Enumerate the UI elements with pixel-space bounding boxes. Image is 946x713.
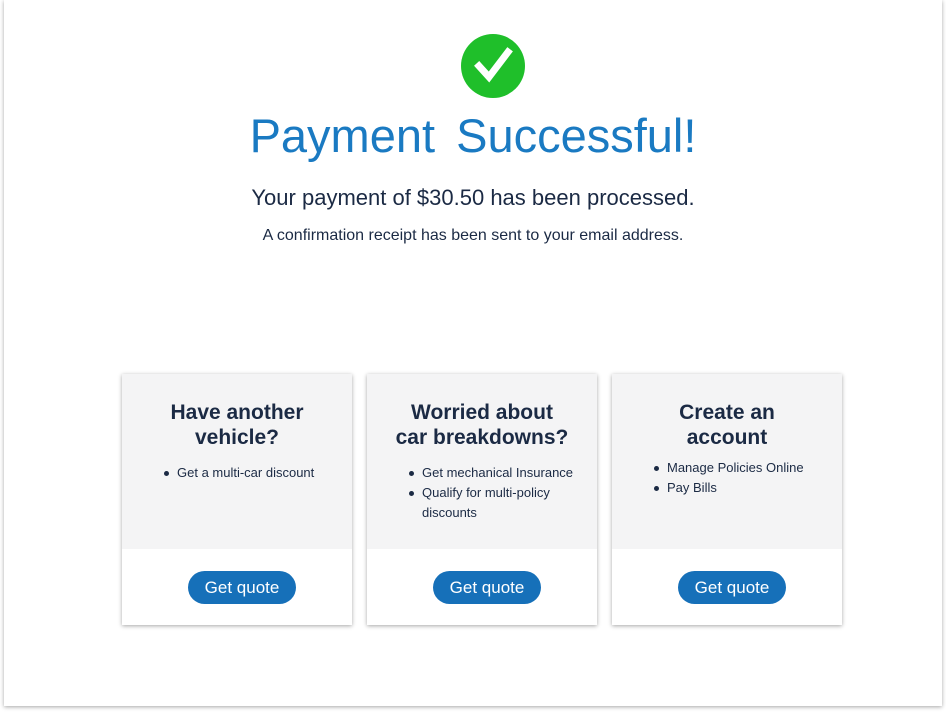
card-title: Have another vehicle? xyxy=(122,400,352,450)
page-title: Payment Successful! xyxy=(249,109,697,162)
list-item: Manage Policies Online xyxy=(654,458,804,478)
receipt-note: A confirmation receipt has been sent to … xyxy=(262,227,684,244)
get-quote-button[interactable]: Get quote xyxy=(188,571,296,604)
card-create-account: Create an account Manage Policies Online… xyxy=(612,374,842,625)
get-quote-button[interactable]: Get quote xyxy=(433,571,541,604)
card-title-line2: account xyxy=(686,426,768,449)
list-item: Get mechanical Insurance xyxy=(409,463,573,483)
card-title: Worried about car breakdowns? xyxy=(367,400,597,450)
list-item: Get a multi-car discount xyxy=(164,463,314,483)
card-title-line2: car breakdowns? xyxy=(395,426,569,449)
card-title-line1: Create an xyxy=(679,401,775,424)
list-item-continuation: discounts xyxy=(422,505,477,520)
card-bullet-list: Get mechanical Insurance Qualify for mul… xyxy=(409,463,573,523)
card-title-line2: vehicle? xyxy=(194,426,280,449)
card-title-line1: Have another xyxy=(170,401,304,424)
payment-message: Your payment of $30.50 has been processe… xyxy=(251,185,695,210)
card-bullet-list: Manage Policies Online Pay Bills xyxy=(654,458,804,498)
card-title: Create an account xyxy=(612,400,842,450)
card-car-breakdowns: Worried about car breakdowns? Get mechan… xyxy=(367,374,597,625)
list-item: Qualify for multi-policy xyxy=(409,483,573,503)
card-title-line1: Worried about xyxy=(411,401,553,424)
check-circle-icon xyxy=(461,34,525,98)
get-quote-button[interactable]: Get quote xyxy=(678,571,786,604)
card-bullet-list: Get a multi-car discount xyxy=(164,463,314,483)
card-another-vehicle: Have another vehicle? Get a multi-car di… xyxy=(122,374,352,625)
checkmark-icon xyxy=(474,47,513,83)
list-item: Pay Bills xyxy=(654,478,804,498)
